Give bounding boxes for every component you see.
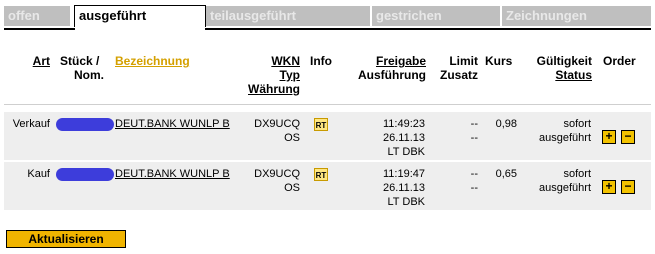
header-nom: Nom. bbox=[74, 68, 104, 82]
row-kurs: 0,98 bbox=[495, 118, 517, 130]
row-zusatz: -- bbox=[470, 132, 478, 144]
header-order: Order bbox=[603, 54, 636, 68]
row-time: 11:49:23 bbox=[382, 118, 425, 130]
row-art: Kauf bbox=[27, 168, 50, 180]
row-typ: OS bbox=[284, 132, 300, 144]
order-minus-button[interactable]: − bbox=[621, 130, 635, 144]
tab-teilausgefuehrt[interactable]: teilausgeführt bbox=[206, 6, 370, 26]
order-status-tabs: offen ausgeführt teilausgeführt gestrich… bbox=[4, 5, 651, 28]
tab-zeichnungen[interactable]: Zeichnungen bbox=[502, 6, 651, 26]
table-row: Kauf DEUT.BANK WUNLP B DX9UCQ OS RT 11:1… bbox=[4, 162, 651, 210]
header-waehrung[interactable]: Währung bbox=[230, 82, 300, 96]
tab-gestrichen[interactable]: gestrichen bbox=[372, 6, 500, 26]
header-info: Info bbox=[310, 54, 332, 68]
row-status: ausgeführt bbox=[539, 182, 591, 194]
header-typ[interactable]: Typ bbox=[230, 68, 300, 82]
row-wkn: DX9UCQ bbox=[254, 168, 300, 180]
order-plus-button[interactable]: + bbox=[602, 180, 616, 194]
header-ausfuehrung: Ausführung bbox=[358, 68, 426, 82]
row-kurs: 0,65 bbox=[495, 168, 517, 180]
header-stueck: Stück / bbox=[60, 54, 100, 68]
realtime-badge[interactable]: RT bbox=[314, 168, 328, 181]
header-zusatz: Zusatz bbox=[439, 68, 478, 82]
tab-ausgefuehrt[interactable]: ausgeführt bbox=[74, 5, 206, 27]
header-status[interactable]: Status bbox=[520, 68, 592, 82]
row-gueltigkeit: sofort bbox=[563, 118, 591, 130]
order-minus-button[interactable]: − bbox=[621, 180, 635, 194]
row-art: Verkauf bbox=[12, 118, 50, 130]
security-link[interactable]: DEUT.BANK WUNLP B bbox=[115, 117, 230, 131]
table-row: Verkauf DEUT.BANK WUNLP B DX9UCQ OS RT 1… bbox=[4, 112, 651, 160]
security-link[interactable]: DEUT.BANK WUNLP B bbox=[115, 167, 230, 181]
row-date: 26.11.13 bbox=[382, 132, 425, 144]
header-bezeichnung[interactable]: Bezeichnung bbox=[115, 54, 190, 68]
active-tab-gap bbox=[75, 28, 205, 30]
header-art[interactable]: Art bbox=[20, 54, 50, 68]
header-freigabe[interactable]: Freigabe bbox=[340, 54, 426, 68]
tab-offen[interactable]: offen bbox=[4, 6, 70, 26]
row-gueltigkeit: sofort bbox=[563, 168, 591, 180]
row-status: ausgeführt bbox=[539, 132, 591, 144]
row-venue: LT DBK bbox=[387, 146, 426, 158]
row-wkn: DX9UCQ bbox=[254, 118, 300, 130]
row-zusatz: -- bbox=[470, 182, 478, 194]
header-wkn[interactable]: WKN bbox=[230, 54, 300, 68]
row-limit: -- bbox=[470, 118, 478, 130]
header-limit: Limit bbox=[449, 54, 478, 68]
header-separator bbox=[4, 104, 651, 105]
row-date: 26.11.13 bbox=[382, 182, 425, 194]
row-time: 11:19:47 bbox=[382, 168, 425, 180]
refresh-button[interactable]: Aktualisieren bbox=[6, 230, 126, 248]
header-gueltigkeit: Gültigkeit bbox=[536, 54, 592, 68]
redacted-quantity bbox=[56, 168, 114, 181]
row-venue: LT DBK bbox=[387, 196, 426, 208]
header-kurs: Kurs bbox=[485, 54, 513, 68]
row-limit: -- bbox=[470, 168, 478, 180]
realtime-badge[interactable]: RT bbox=[314, 118, 328, 131]
redacted-quantity bbox=[56, 118, 114, 131]
order-plus-button[interactable]: + bbox=[602, 130, 616, 144]
row-typ: OS bbox=[284, 182, 300, 194]
